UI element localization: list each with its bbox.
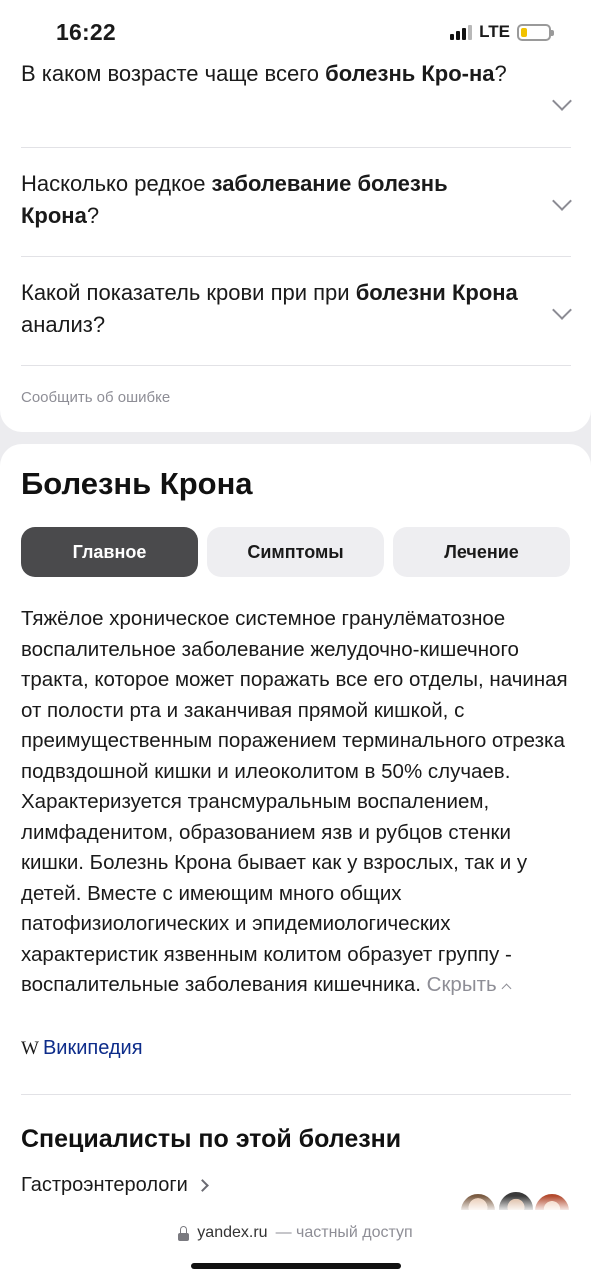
browser-bar: yandex.ru — частный доступ bbox=[0, 1210, 591, 1280]
signal-icon bbox=[450, 24, 473, 40]
chevron-down-icon[interactable] bbox=[552, 191, 572, 211]
battery-icon bbox=[517, 23, 554, 41]
article-description: Тяжёлое хроническое системное гранулёмат… bbox=[21, 604, 573, 1001]
status-indicators: LTE bbox=[450, 22, 554, 42]
source-link[interactable]: W Википедия bbox=[21, 1037, 143, 1060]
wikipedia-icon: W bbox=[21, 1038, 39, 1059]
report-error-link[interactable]: Сообщить об ошибке bbox=[21, 389, 170, 406]
status-time: 16:22 bbox=[56, 19, 116, 45]
faq-item[interactable]: В каком возрасте чаще всего болезнь Кро-… bbox=[21, 58, 572, 148]
article-title: Болезнь Крона bbox=[21, 466, 253, 501]
divider bbox=[21, 1094, 571, 1095]
tab-treatment[interactable]: Лечение bbox=[393, 527, 570, 577]
lock-icon bbox=[178, 1226, 190, 1241]
faq-question: Насколько редкое заболевание болезнь Кро… bbox=[21, 171, 448, 228]
chevron-down-icon[interactable] bbox=[552, 91, 572, 111]
private-mode-note: — частный доступ bbox=[275, 1224, 413, 1241]
tab-main[interactable]: Главное bbox=[21, 527, 198, 577]
tab-symptoms[interactable]: Симптомы bbox=[207, 527, 384, 577]
url-domain: yandex.ru bbox=[197, 1224, 268, 1241]
faq-question: Какой показатель крови при при болезни К… bbox=[21, 280, 518, 337]
chevron-up-icon bbox=[501, 983, 512, 994]
article-card: Болезнь Крона Главное Симптомы Лечение Т… bbox=[0, 444, 591, 1280]
faq-item[interactable]: Насколько редкое заболевание болезнь Кро… bbox=[21, 148, 572, 257]
source-label[interactable]: Википедия bbox=[43, 1037, 143, 1060]
network-type: LTE bbox=[479, 22, 510, 41]
faq-card: В каком возрасте чаще всего болезнь Кро-… bbox=[0, 40, 591, 432]
status-bar: 16:22 LTE bbox=[0, 0, 591, 64]
chevron-right-icon bbox=[195, 1179, 209, 1192]
faq-item[interactable]: Какой показатель крови при при болезни К… bbox=[21, 257, 572, 366]
specialist-item[interactable]: Гастроэнтерологи bbox=[21, 1174, 209, 1197]
description-text: Тяжёлое хроническое системное гранулёмат… bbox=[21, 607, 568, 996]
home-indicator[interactable] bbox=[191, 1263, 401, 1269]
hide-button[interactable]: Скрыть bbox=[427, 973, 512, 996]
chevron-down-icon[interactable] bbox=[552, 300, 572, 320]
address-bar[interactable]: yandex.ru — частный доступ bbox=[0, 1224, 591, 1242]
specialists-title: Специалисты по этой болезни bbox=[21, 1125, 402, 1153]
specialist-label: Гастроэнтерологи bbox=[21, 1174, 188, 1196]
tab-bar: Главное Симптомы Лечение bbox=[21, 527, 570, 577]
